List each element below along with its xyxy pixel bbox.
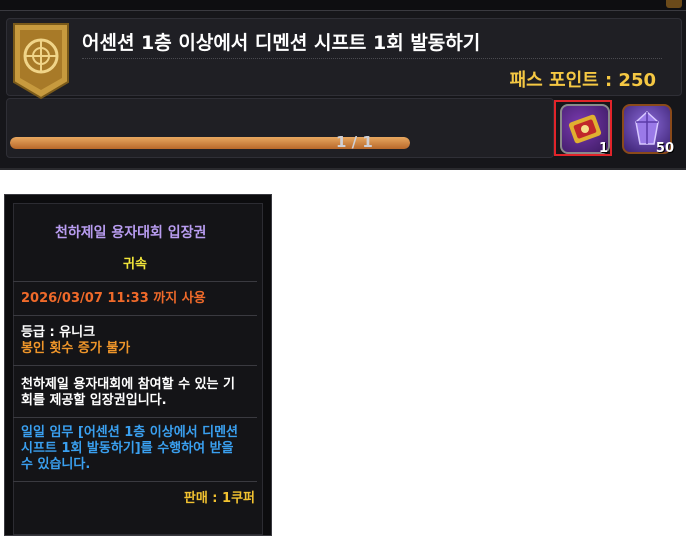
divider: [13, 315, 257, 316]
tooltip-body: [13, 203, 263, 535]
divider: [13, 281, 257, 282]
divider: [82, 58, 662, 59]
source-line: 일일 임무 [어센션 1층 이상에서 디멘션: [21, 425, 239, 440]
description-line: 회를 제공할 입장권입니다.: [21, 393, 167, 408]
divider: [13, 417, 257, 418]
quest-title: 어센션 1층 이상에서 디멘션 시프트 1회 발동하기: [82, 32, 481, 54]
divider: [13, 365, 257, 366]
corner-tab: [666, 0, 682, 8]
quest-badge-icon: [8, 20, 74, 100]
grade-text: 등급 : 유니크: [21, 325, 96, 340]
quest-panel: 어센션 1층 이상에서 디멘션 시프트 1회 발동하기 패스 포인트 : 250…: [0, 0, 686, 170]
progress-text: 1 / 1: [336, 133, 373, 151]
source-line: 수 있습니다.: [21, 457, 91, 472]
seal-text: 봉인 횟수 증가 불가: [21, 341, 131, 356]
reward-crystal[interactable]: 50: [622, 104, 674, 156]
source-line: 시프트 1회 발동하기]를 수행하여 받을: [21, 441, 234, 456]
divider: [13, 481, 257, 482]
sell-price: 판매 : 1쿠퍼: [183, 491, 255, 506]
description-line: 천하제일 용자대회에 참여할 수 있는 기: [21, 377, 235, 392]
selection-highlight: [554, 100, 612, 156]
top-strip: [0, 0, 686, 11]
pass-points: 패스 포인트 : 250: [509, 70, 656, 91]
bound-label: 귀속: [123, 257, 147, 272]
quest-progress-row: [6, 98, 554, 158]
reward-quantity: 50: [655, 141, 674, 156]
item-tooltip: 천하제일 용자대회 입장권 귀속 2026/03/07 11:33 까지 사용 …: [4, 194, 272, 536]
item-name: 천하제일 용자대회 입장권: [55, 225, 207, 241]
expiry-text: 2026/03/07 11:33 까지 사용: [21, 291, 206, 306]
